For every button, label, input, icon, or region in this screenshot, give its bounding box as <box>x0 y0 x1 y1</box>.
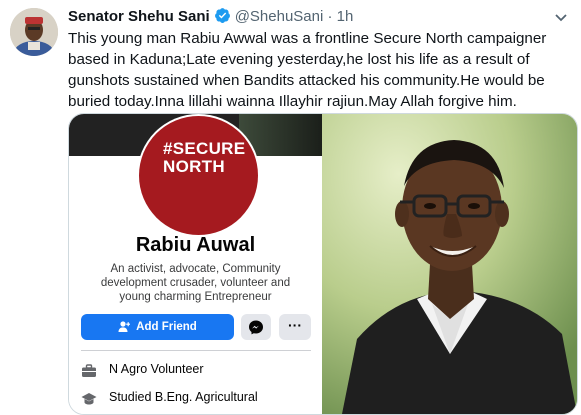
add-person-icon <box>118 316 131 342</box>
separator-dot: · <box>327 8 333 25</box>
verified-badge-icon <box>214 7 231 30</box>
profile-bio: An activist, advocate, Community develop… <box>100 263 291 303</box>
tweet-header: Senator Shehu Sani @ShehuSani · 1h <box>68 7 571 27</box>
profile-name: Rabiu Auwal <box>135 234 256 256</box>
briefcase-icon <box>81 363 97 379</box>
add-friend-button: Add Friend <box>81 314 234 340</box>
logo-text-line2: NORTH <box>163 157 225 176</box>
messenger-icon <box>249 320 263 335</box>
add-friend-label: Add Friend <box>136 321 197 333</box>
portrait-photo <box>322 114 577 414</box>
divider <box>81 350 311 351</box>
logo-text-line1: #SECURE <box>163 139 246 158</box>
tweet-media[interactable]: #SECURE NORTH Rabiu Auwal An activist, a… <box>68 113 578 415</box>
graduation-cap-icon <box>81 391 97 407</box>
secure-north-logo: #SECURE NORTH <box>139 116 258 235</box>
facebook-profile-screenshot: #SECURE NORTH Rabiu Auwal An activist, a… <box>69 114 322 414</box>
info-text: N Agro Volunteer <box>109 362 204 376</box>
info-text: Studied B.Eng. Agricultural <box>109 390 258 404</box>
more-button: ··· <box>279 314 311 340</box>
more-options-chevron-icon[interactable] <box>551 7 571 27</box>
tweet-timestamp[interactable]: 1h <box>337 8 354 25</box>
tweet[interactable]: Senator Shehu Sani @ShehuSani · 1h This y… <box>0 0 581 415</box>
author-avatar[interactable] <box>10 8 58 56</box>
author-handle[interactable]: @ShehuSani <box>235 8 324 25</box>
messenger-button <box>241 314 271 340</box>
tweet-text: This young man Rabiu Awwal was a frontli… <box>68 30 547 110</box>
author-name[interactable]: Senator Shehu Sani <box>68 8 210 25</box>
